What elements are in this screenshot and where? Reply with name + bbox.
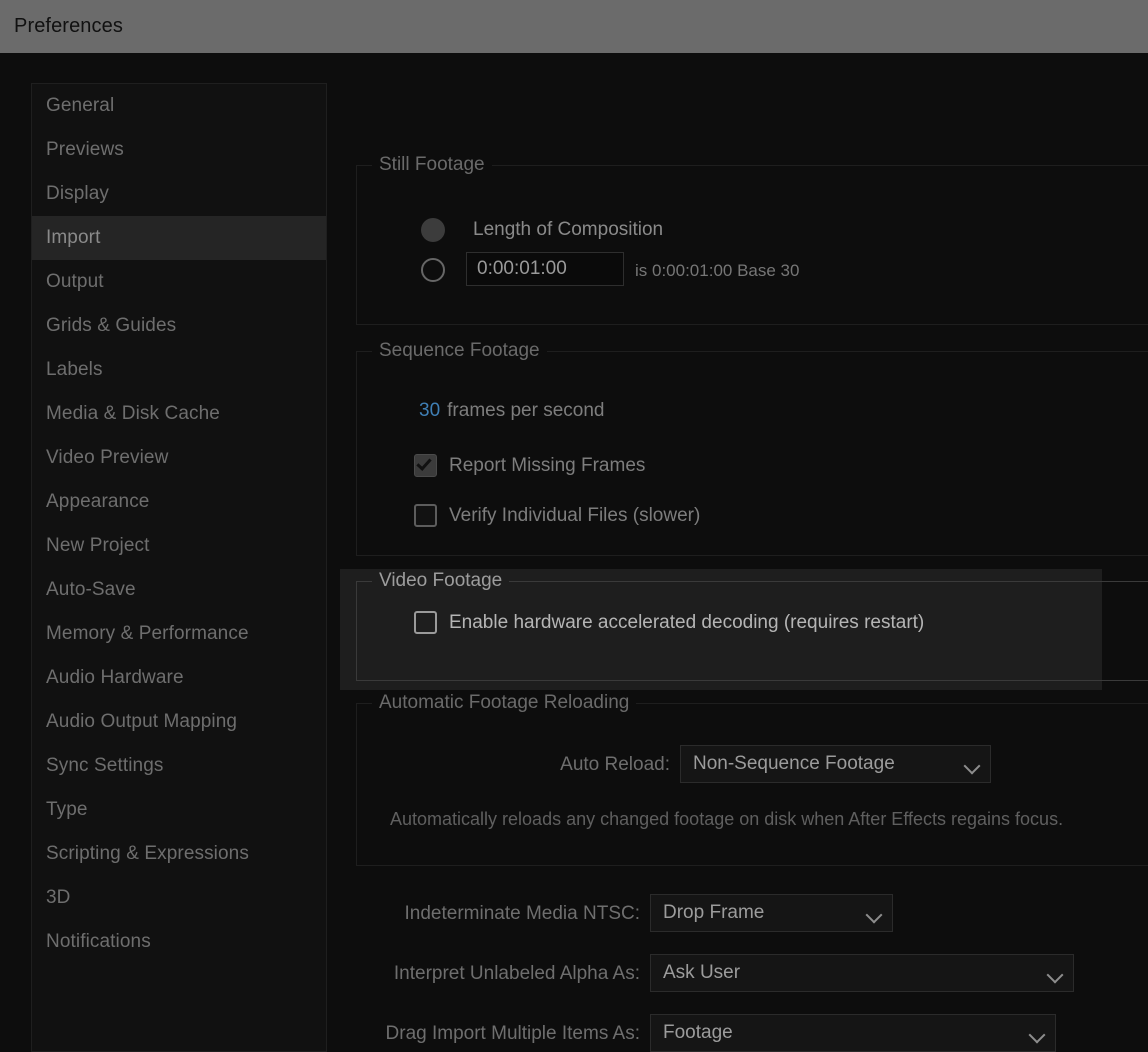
sidebar-item-media-disk-cache[interactable]: Media & Disk Cache <box>32 392 326 436</box>
sidebar-item-label: Output <box>46 271 104 292</box>
report-missing-frames-row[interactable]: Report Missing Frames <box>414 454 645 477</box>
still-footage-group-title: Still Footage <box>372 154 492 176</box>
sidebar-item-audio-output-mapping[interactable]: Audio Output Mapping <box>32 700 326 744</box>
still-duration-value: 0:00:01:00 <box>477 258 567 279</box>
drag-import-multiple-items-value: Footage <box>663 1022 733 1043</box>
sidebar-item-label: Previews <box>46 139 124 160</box>
sidebar-item-label: General <box>46 95 115 116</box>
frames-per-second-row[interactable]: 30 frames per second <box>419 400 605 422</box>
sequence-footage-group-title: Sequence Footage <box>372 340 547 362</box>
drag-import-multiple-items-label: Drag Import Multiple Items As: <box>385 1023 640 1044</box>
verify-individual-files-checkbox[interactable] <box>414 504 437 527</box>
sidebar-item-label: Media & Disk Cache <box>46 403 220 424</box>
sidebar-item-import[interactable]: Import <box>32 216 326 260</box>
sidebar-item-label: Grids & Guides <box>46 315 177 336</box>
preferences-dialog-body: General Previews Display Import Output Grids … <box>0 53 1148 1052</box>
sidebar-item-label: Type <box>46 799 88 820</box>
sidebar-item-appearance[interactable]: Appearance <box>32 480 326 524</box>
sidebar-item-label: Display <box>46 183 109 204</box>
chevron-down-icon <box>965 760 980 769</box>
chevron-down-icon <box>867 909 882 918</box>
video-footage-group: Video Footage Enable hardware accelerate… <box>356 570 1148 681</box>
sidebar-item-3d[interactable]: 3D <box>32 876 326 920</box>
hardware-decoding-checkbox[interactable] <box>414 611 437 634</box>
length-of-composition-radio[interactable] <box>421 218 445 242</box>
sidebar-item-output[interactable]: Output <box>32 260 326 304</box>
hardware-decoding-row[interactable]: Enable hardware accelerated decoding (re… <box>414 611 924 634</box>
interpret-unlabeled-alpha-value: Ask User <box>663 962 741 983</box>
window-title-bar: Preferences <box>0 0 1148 53</box>
chevron-down-icon <box>1048 969 1063 978</box>
sidebar-item-previews[interactable]: Previews <box>32 128 326 172</box>
indeterminate-media-ntsc-label: Indeterminate Media NTSC: <box>404 903 641 924</box>
length-of-composition-radio-row[interactable]: Length of Composition <box>421 218 663 242</box>
sidebar-item-auto-save[interactable]: Auto-Save <box>32 568 326 612</box>
report-missing-frames-checkbox[interactable] <box>414 454 437 477</box>
sidebar-item-label: New Project <box>46 535 150 556</box>
indeterminate-media-ntsc-value: Drop Frame <box>663 902 765 923</box>
chevron-down-icon <box>1030 1029 1045 1038</box>
sidebar-item-type[interactable]: Type <box>32 788 326 832</box>
frames-per-second-label: frames per second <box>447 400 605 421</box>
sidebar-item-label: Video Preview <box>46 447 169 468</box>
sidebar-item-video-preview[interactable]: Video Preview <box>32 436 326 480</box>
sidebar-item-label: Notifications <box>46 931 151 952</box>
sidebar-item-memory-performance[interactable]: Memory & Performance <box>32 612 326 656</box>
sidebar-item-label: Audio Output Mapping <box>46 711 238 732</box>
automatic-footage-reloading-group-title: Automatic Footage Reloading <box>372 692 637 714</box>
sidebar-item-label: Import <box>46 227 101 248</box>
verify-individual-files-label: Verify Individual Files (slower) <box>449 504 701 526</box>
still-footage-group: Still Footage Length of Composition 0:00… <box>356 154 1148 325</box>
preferences-content-panel: Still Footage Length of Composition 0:00… <box>327 53 1148 1052</box>
window-title: Preferences <box>14 15 123 37</box>
auto-reload-value: Non-Sequence Footage <box>693 753 895 774</box>
verify-individual-files-row[interactable]: Verify Individual Files (slower) <box>414 504 700 527</box>
sidebar-item-notifications[interactable]: Notifications <box>32 920 326 964</box>
sidebar-item-display[interactable]: Display <box>32 172 326 216</box>
video-footage-group-title: Video Footage <box>372 570 510 592</box>
auto-reload-label: Auto Reload: <box>560 754 670 775</box>
sidebar-item-label: Memory & Performance <box>46 623 249 644</box>
still-duration-input[interactable]: 0:00:01:00 <box>466 252 624 286</box>
custom-duration-radio-row[interactable] <box>421 258 445 282</box>
sequence-footage-group: Sequence Footage 30 frames per second Re… <box>356 340 1148 556</box>
auto-reload-description: Automatically reloads any changed footag… <box>390 809 1064 829</box>
auto-reload-dropdown[interactable]: Non-Sequence Footage <box>680 745 991 783</box>
custom-duration-radio[interactable] <box>421 258 445 282</box>
sidebar-item-label: Scripting & Expressions <box>46 843 249 864</box>
interpret-unlabeled-alpha-label: Interpret Unlabeled Alpha As: <box>393 963 640 984</box>
sidebar-item-label: Audio Hardware <box>46 667 184 688</box>
interpret-unlabeled-alpha-dropdown[interactable]: Ask User <box>650 954 1074 992</box>
checkmark-icon <box>416 455 432 471</box>
sidebar-item-scripting-expressions[interactable]: Scripting & Expressions <box>32 832 326 876</box>
report-missing-frames-label: Report Missing Frames <box>449 454 646 476</box>
automatic-footage-reloading-group: Automatic Footage Reloading Auto Reload:… <box>356 692 1148 866</box>
sidebar-item-sync-settings[interactable]: Sync Settings <box>32 744 326 788</box>
sidebar-item-label: 3D <box>46 887 71 908</box>
sidebar-item-new-project[interactable]: New Project <box>32 524 326 568</box>
indeterminate-media-ntsc-dropdown[interactable]: Drop Frame <box>650 894 893 932</box>
preferences-category-sidebar[interactable]: General Previews Display Import Output Grids … <box>31 83 327 1052</box>
drag-import-multiple-items-dropdown[interactable]: Footage <box>650 1014 1056 1052</box>
sidebar-item-label: Appearance <box>46 491 150 512</box>
sidebar-item-label: Sync Settings <box>46 755 164 776</box>
sidebar-item-audio-hardware[interactable]: Audio Hardware <box>32 656 326 700</box>
length-of-composition-label: Length of Composition <box>473 219 664 240</box>
sidebar-item-grids-guides[interactable]: Grids & Guides <box>32 304 326 348</box>
sidebar-item-label: Auto-Save <box>46 579 136 600</box>
hardware-decoding-label: Enable hardware accelerated decoding (re… <box>449 611 925 633</box>
still-duration-suffix: is 0:00:01:00 Base 30 <box>635 261 800 280</box>
sidebar-item-general[interactable]: General <box>32 84 326 128</box>
sidebar-item-label: Labels <box>46 359 103 380</box>
sidebar-item-labels[interactable]: Labels <box>32 348 326 392</box>
frames-per-second-value[interactable]: 30 <box>419 400 440 422</box>
